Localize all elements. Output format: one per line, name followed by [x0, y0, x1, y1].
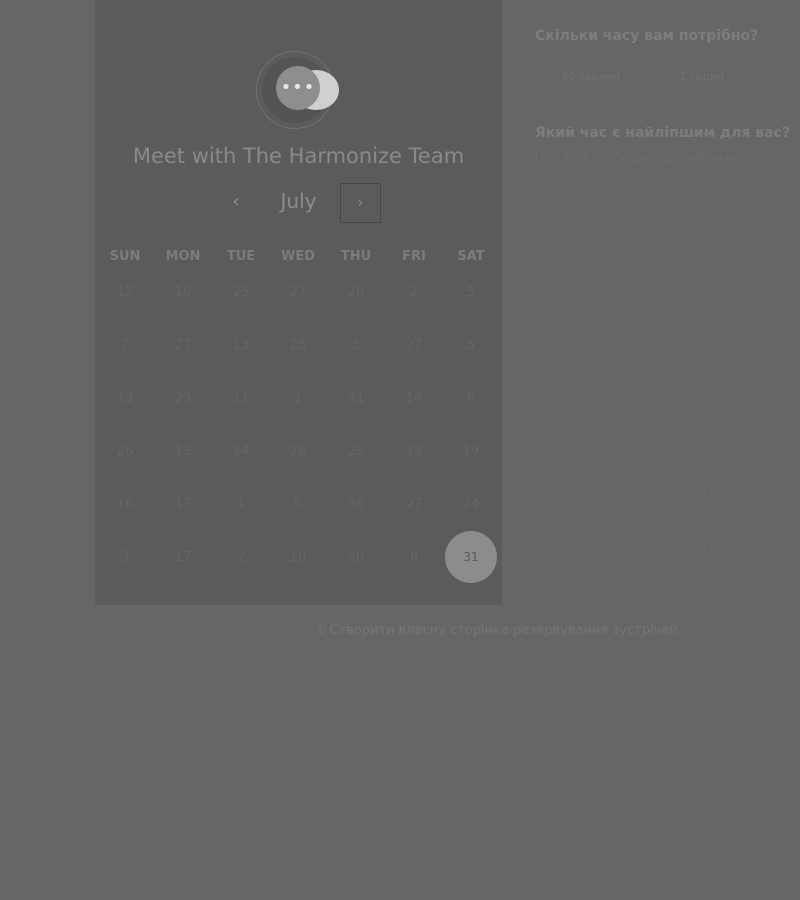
calendar-day[interactable]: 24: [445, 478, 497, 530]
calendar-day[interactable]: 13: [99, 372, 151, 424]
calendar-day[interactable]: 8: [388, 531, 440, 583]
calendar-day[interactable]: 5: [445, 266, 497, 318]
time-slot[interactable]: 8:00 pm: [640, 258, 760, 272]
duration-question: Скільки часу вам потрібно?: [535, 28, 759, 44]
calendar-day[interactable]: 1: [272, 372, 324, 424]
calendar-day[interactable]: 26: [99, 425, 151, 477]
time-slot[interactable]: 10:30 pm: [640, 541, 760, 555]
booking-page: ••• Meet with The Harmonize Team ‹ July …: [0, 0, 800, 900]
weekday-thu: THU: [340, 249, 372, 264]
calendar-day[interactable]: 6: [445, 372, 497, 424]
calendar-day[interactable]: 29: [157, 372, 209, 424]
calendar-day[interactable]: 1: [215, 478, 267, 530]
time-slot[interactable]: 9:30 pm: [640, 371, 760, 385]
calendar-day[interactable]: 26: [272, 425, 324, 477]
calendar-day[interactable]: 3: [330, 319, 382, 371]
calendar-day[interactable]: 5: [445, 319, 497, 371]
calendar-day[interactable]: 6: [272, 478, 324, 530]
calendar-day[interactable]: 27: [388, 478, 440, 530]
calendar-day[interactable]: 17: [157, 478, 209, 530]
chevron-right-icon: ›: [357, 195, 364, 211]
calendar-day[interactable]: 14: [388, 372, 440, 424]
next-month-button[interactable]: ›: [340, 183, 381, 223]
weekday-header: SUN MON TUE WED THU FRI SAT: [95, 249, 502, 265]
time-slot[interactable]: 9:30 pm: [640, 428, 760, 442]
calendar-day[interactable]: 24: [215, 425, 267, 477]
calendar-day[interactable]: 13: [157, 425, 209, 477]
calendar-day[interactable]: 25: [215, 266, 267, 318]
duration-option-30min[interactable]: 30 хвилин: [561, 70, 620, 83]
weekday-wed: WED: [280, 249, 315, 264]
calendar-day[interactable]: 2: [215, 531, 267, 583]
calendar-day[interactable]: 31: [330, 372, 382, 424]
calendar-day-selected[interactable]: 31: [445, 531, 497, 583]
create-booking-page-link-label: Створити власну сторінка резервування зу…: [329, 623, 678, 638]
time-slot[interactable]: 10:00 pm: [640, 484, 760, 498]
calendar-day[interactable]: 2: [388, 266, 440, 318]
time-slot[interactable]: 9:00 pm: [640, 314, 760, 328]
calendar-day[interactable]: 17: [157, 531, 209, 583]
weekday-sat: SAT: [457, 249, 485, 264]
calendar-day[interactable]: 19: [445, 425, 497, 477]
calendar-card: ••• Meet with The Harmonize Team ‹ July …: [95, 0, 502, 605]
calendar-day[interactable]: 10: [157, 266, 209, 318]
timezone-selector[interactable]: UTC +03:00 Східноєвропейський час: [535, 151, 766, 165]
calendar-day[interactable]: 12: [99, 266, 151, 318]
calendar-day[interactable]: 25: [272, 319, 324, 371]
weekday-fri: FRI: [402, 249, 426, 264]
calendar-day[interactable]: 10: [272, 531, 324, 583]
month-navigation: ‹ July ›: [95, 183, 502, 223]
month-label: July: [280, 189, 317, 213]
calendar-day[interactable]: 27: [272, 266, 324, 318]
weekday-tue: TUE: [226, 249, 256, 264]
calendar-day[interactable]: 27: [388, 319, 440, 371]
calendar-day[interactable]: 27: [157, 319, 209, 371]
page-title: Meet with The Harmonize Team: [132, 144, 465, 168]
calendar-day[interactable]: 11: [215, 372, 267, 424]
calendar-day[interactable]: 19: [388, 425, 440, 477]
weekday-mon: MON: [165, 249, 201, 264]
calendar-day[interactable]: 30: [330, 478, 382, 530]
time-question: Який час є найліпшим для вас?: [535, 125, 790, 141]
time-slot[interactable]: 7:00 pm: [640, 201, 760, 215]
chat-bubbles-icon: •••: [276, 66, 320, 110]
calendar-day[interactable]: 16: [99, 478, 151, 530]
hubspot-sprocket-icon: ⅌: [318, 623, 327, 638]
calendar-day[interactable]: 20: [330, 531, 382, 583]
calendar-day[interactable]: 29: [330, 425, 382, 477]
calendar-day[interactable]: 13: [215, 319, 267, 371]
calendar-day[interactable]: 3: [99, 531, 151, 583]
weekday-sun: SUN: [109, 249, 141, 264]
duration-option-1hour[interactable]: 1 годин: [679, 70, 724, 83]
calendar-grid: 12 10 25 27 20 2 5 7 27 13 25 3 27 5 13 29 11 1 31 14 6 26 13 2…: [95, 265, 502, 605]
calendar-day[interactable]: 20: [330, 266, 382, 318]
create-booking-page-link[interactable]: ⅌ Створити власну сторінка резервування з…: [318, 620, 678, 638]
calendar-day[interactable]: 7: [99, 319, 151, 371]
